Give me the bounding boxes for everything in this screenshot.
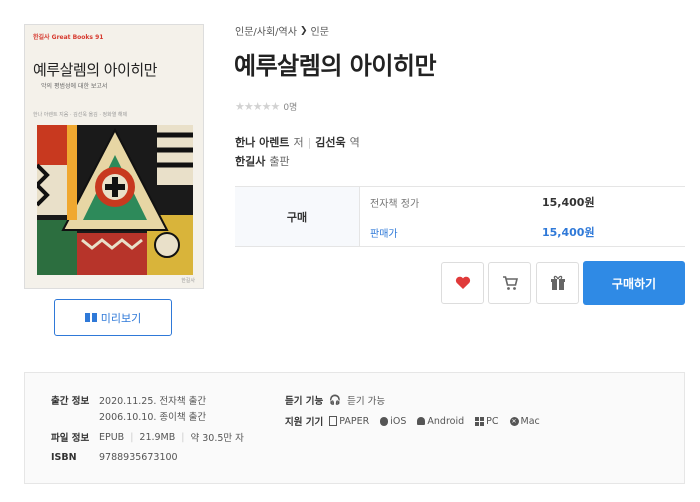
- cover-credits: 한나 아렌트 지음 · 김선욱 옮김 · 정화열 해제: [33, 112, 128, 118]
- release-label: 출간 정보: [51, 396, 90, 407]
- device-label: 지원 기기: [285, 417, 324, 428]
- file-label: 파일 정보: [51, 433, 90, 444]
- device-pc: PC: [475, 415, 499, 427]
- isbn-label: ISBN: [51, 452, 77, 463]
- sale-price-value: 15,400원: [542, 226, 595, 239]
- rating-count: 0명: [283, 103, 298, 113]
- publisher-info: 한길사 출판: [235, 153, 290, 169]
- gift-icon: [550, 275, 565, 290]
- release-ebook: 2020.11.25. 전자책 출간: [99, 396, 207, 407]
- preview-label: 미리보기: [100, 311, 142, 325]
- device-ios: iOS: [380, 416, 406, 427]
- device-android-label: Android: [427, 415, 465, 427]
- publisher-role: 출판: [269, 155, 290, 168]
- file-size: 21.9MB: [139, 431, 176, 443]
- price-section-label: 구매: [235, 187, 360, 246]
- file-format: EPUB: [99, 431, 125, 443]
- headphones-icon: 🎧: [329, 394, 342, 406]
- book-details-box: 출간 정보 2020.11.25. 전자책 출간 2006.10.10. 종이책…: [24, 372, 685, 484]
- isbn-value: 9788935673100: [99, 452, 178, 463]
- cover-title: 예루살렘의 아이히만: [33, 61, 157, 79]
- cover-artwork: [37, 125, 193, 275]
- divider: |: [307, 135, 312, 149]
- breadcrumb: 인문/사회/역사 ❯ 인문: [235, 23, 329, 39]
- file-info: 파일 정보 EPUB | 21.9MB | 약 30.5만 자: [51, 430, 244, 445]
- mac-icon: ✕: [509, 416, 519, 426]
- listen-label: 듣기 기능: [285, 396, 324, 407]
- device-pc-label: PC: [486, 415, 499, 427]
- translator-name[interactable]: 김선욱: [315, 134, 345, 150]
- ebook-price-row: 전자책 정가 15,400원: [360, 187, 685, 217]
- cover-publisher: 한길사: [181, 278, 195, 284]
- isbn-info: ISBN 9788935673100: [51, 452, 178, 463]
- gift-button[interactable]: [536, 262, 579, 304]
- listen-value: 듣기 가능: [347, 396, 386, 407]
- device-paper: PAPER: [329, 416, 369, 427]
- device-mac: ✕ Mac: [509, 415, 540, 427]
- device-android: Android: [417, 416, 464, 427]
- book-title: 예루살렘의 아이히만: [234, 52, 437, 80]
- cart-icon: [502, 275, 518, 290]
- book-open-icon: [84, 313, 97, 322]
- cart-button[interactable]: [488, 262, 531, 304]
- author-role: 저: [293, 136, 304, 149]
- paper-icon: [329, 416, 338, 426]
- device-paper-label: PAPER: [339, 415, 370, 427]
- release-info: 출간 정보 2020.11.25. 전자책 출간: [51, 393, 206, 407]
- file-chars: 약 30.5만 자: [190, 433, 244, 444]
- wishlist-button[interactable]: [441, 262, 484, 304]
- rating: ★★★★★ 0명: [235, 100, 297, 113]
- translator-role: 역: [349, 136, 360, 149]
- release-paper: 2006.10.10. 종이책 출간: [99, 412, 207, 423]
- android-icon: [417, 417, 426, 425]
- star-rating-icon: ★★★★★: [235, 100, 280, 113]
- preview-button[interactable]: 미리보기: [54, 299, 172, 336]
- cover-subtitle: 악의 평범성에 대한 보고서: [41, 83, 108, 90]
- ebook-price-value: 15,400원: [542, 196, 595, 209]
- cover-series: 한길사 Great Books 91: [33, 34, 104, 41]
- device-mac-label: Mac: [520, 415, 540, 427]
- divider: |: [130, 431, 134, 443]
- breadcrumb-subcategory[interactable]: 인문: [311, 23, 329, 38]
- ebook-price-label: 전자책 정가: [370, 198, 420, 210]
- device-ios-label: iOS: [390, 415, 407, 427]
- listen-info: 듣기 기능 🎧 듣기 가능: [285, 393, 386, 408]
- breadcrumb-category[interactable]: 인문/사회/역사: [235, 23, 297, 38]
- heart-icon: [455, 276, 470, 289]
- chevron-right-icon: ❯: [299, 25, 308, 36]
- windows-icon: [475, 416, 485, 426]
- device-info: 지원 기기 PAPER iOS Android PC ✕ Mac: [285, 414, 545, 429]
- sale-price-row: 판매가 15,400원: [360, 217, 685, 247]
- book-cover[interactable]: 한길사 Great Books 91 예루살렘의 아이히만 악의 평범성에 대한…: [24, 24, 204, 289]
- release-info-paper: 2006.10.10. 종이책 출간: [99, 409, 206, 423]
- price-table: 구매 전자책 정가 15,400원 판매가 15,400원: [235, 186, 685, 247]
- author-info: 한나 아렌트 저 | 김선욱 역: [235, 134, 360, 150]
- sale-price-label: 판매가: [370, 228, 398, 240]
- apple-icon: [380, 416, 389, 426]
- buy-button[interactable]: 구매하기: [583, 261, 685, 305]
- publisher-name[interactable]: 한길사: [235, 153, 265, 169]
- author-name[interactable]: 한나 아렌트: [235, 134, 289, 150]
- divider: |: [181, 431, 185, 443]
